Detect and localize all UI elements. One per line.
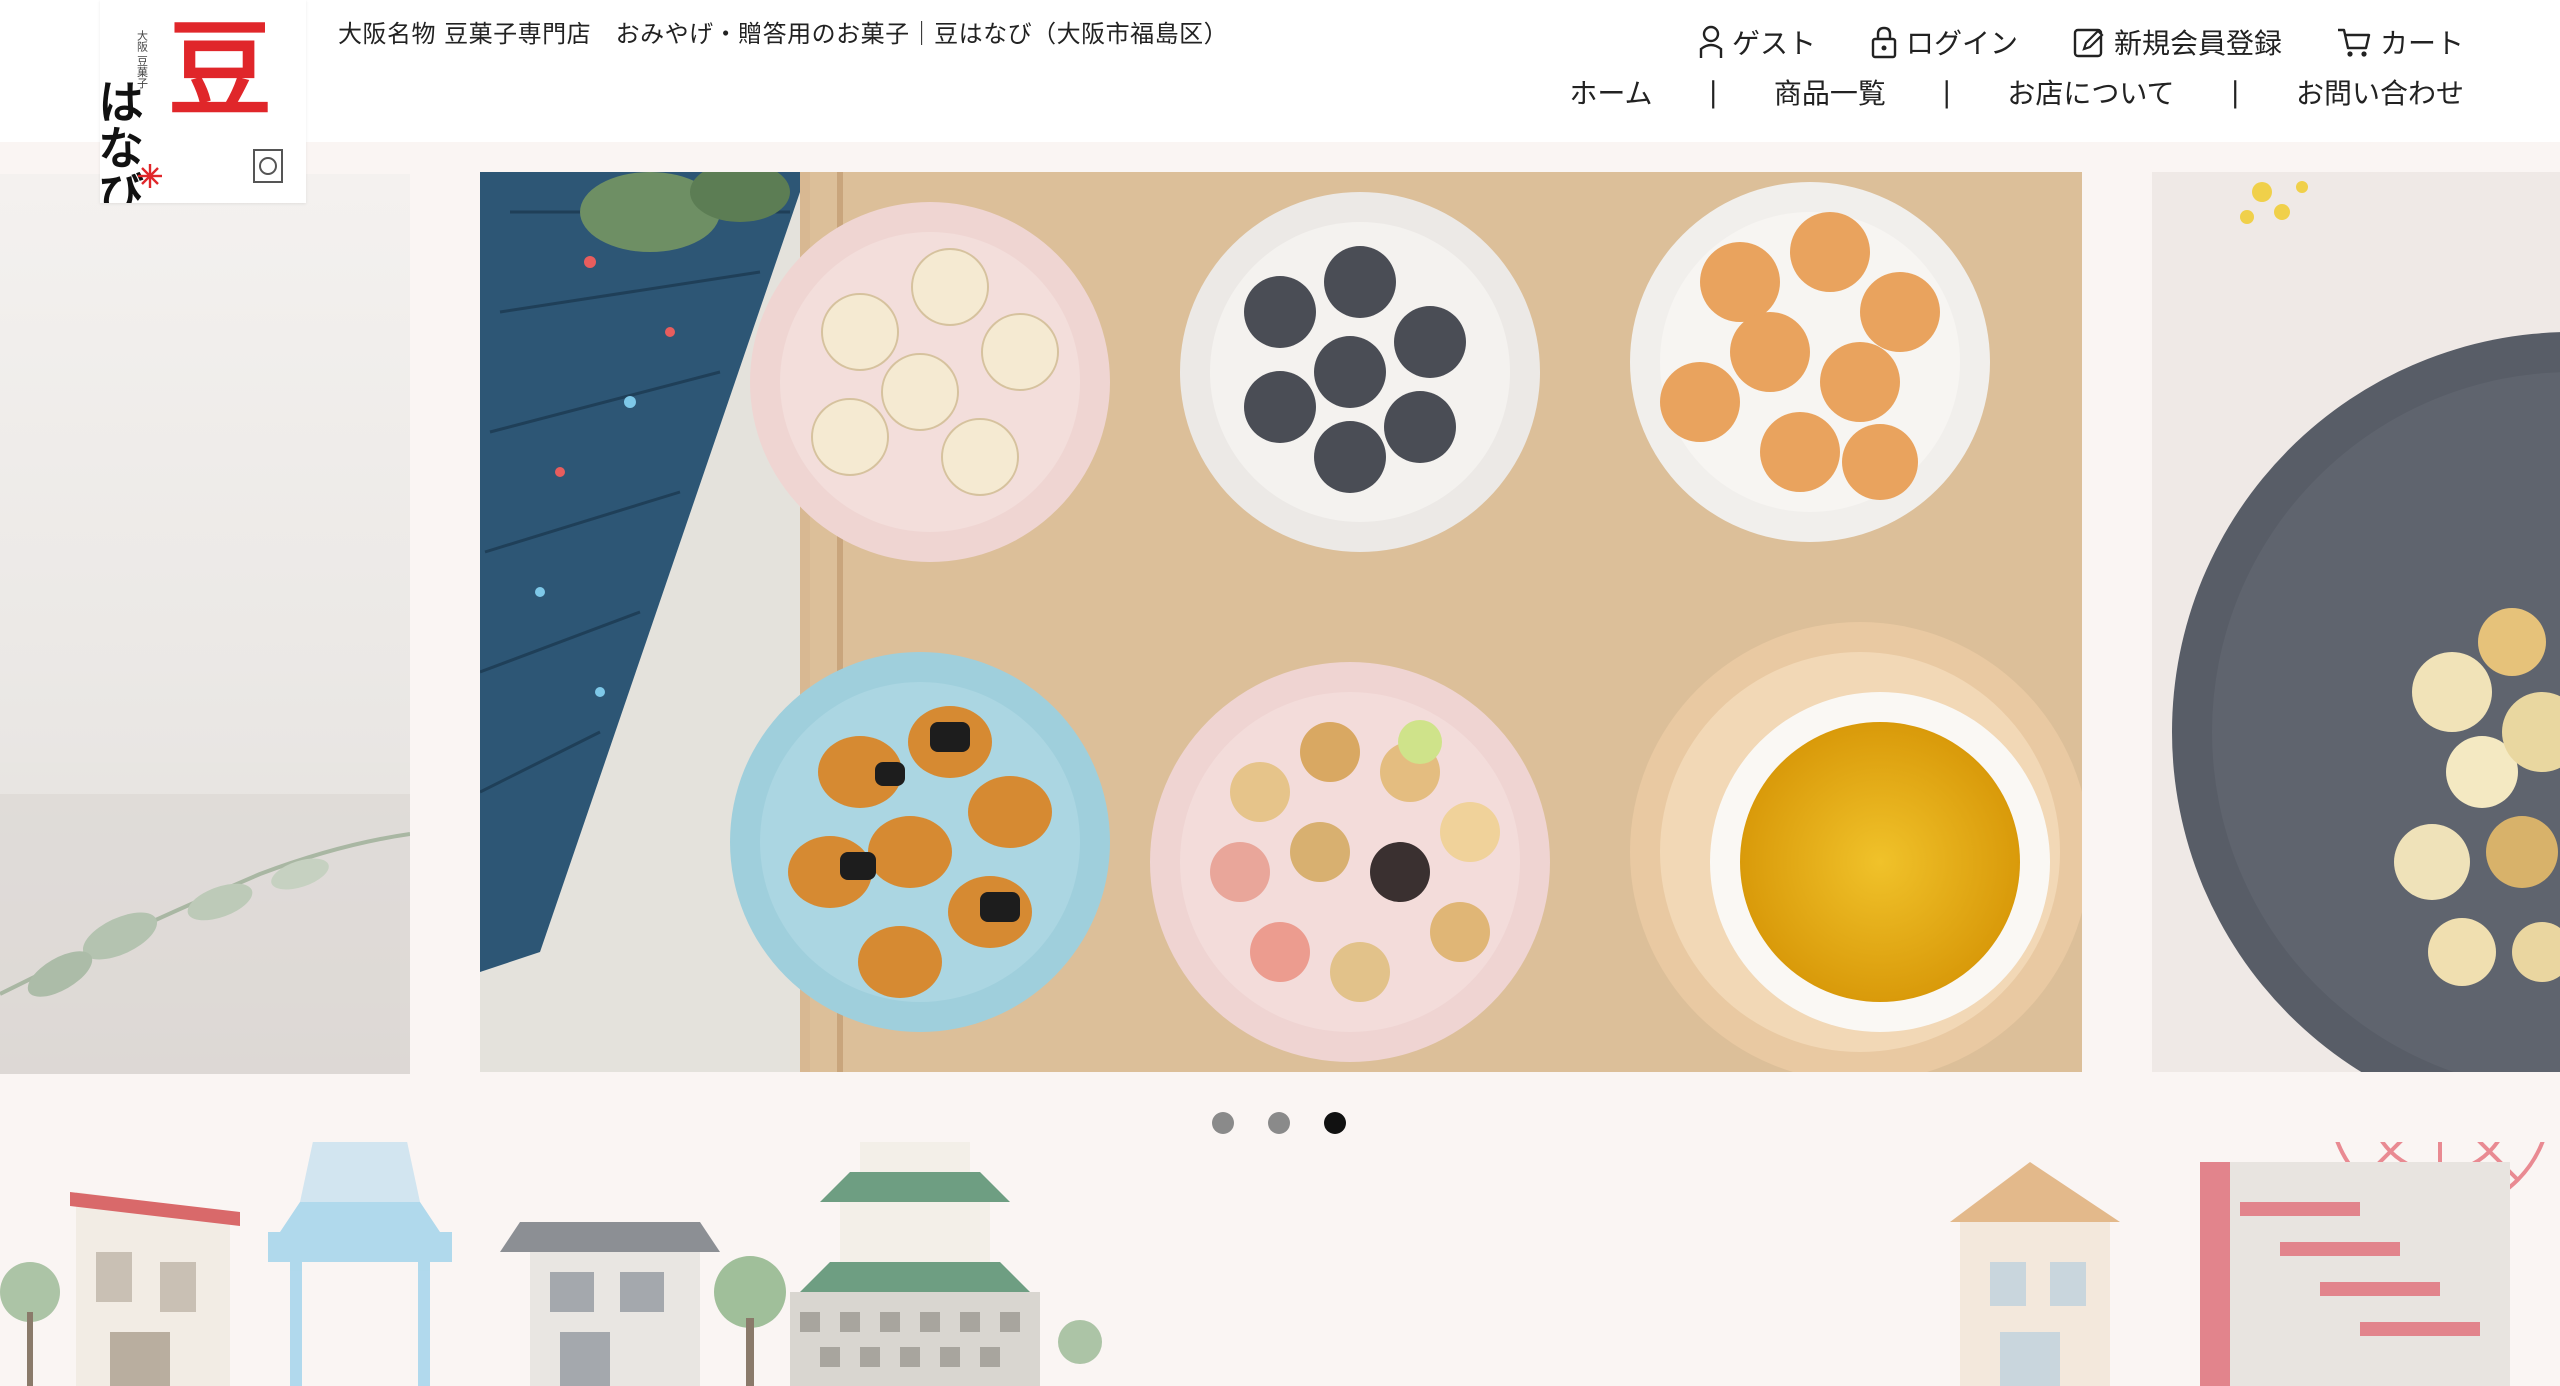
logo-sub-text: はなび — [100, 78, 145, 203]
nav-products[interactable]: 商品一覧 — [1774, 72, 1886, 112]
slide-current[interactable] — [480, 172, 2082, 1072]
nav-home[interactable]: ホーム — [1569, 72, 1652, 112]
nav-separator: | — [1941, 75, 1952, 109]
lock-icon — [1870, 25, 1898, 59]
slider-dot-1[interactable] — [1212, 1112, 1234, 1134]
guest-label: ゲスト — [1731, 27, 1816, 60]
osaka-skyline-illustration — [0, 1142, 2545, 1386]
guest-link[interactable]: ゲスト — [1698, 22, 1816, 62]
bean-snacks-photo — [480, 172, 2082, 1072]
site-logo[interactable]: 大阪 豆菓子 豆 はなび — [91, 0, 306, 216]
cart-label: カート — [2379, 27, 2464, 60]
stamp-icon — [253, 149, 283, 183]
logo-main-char: 豆 — [168, 8, 272, 131]
site-header: 大阪名物 豆菓子専門店 おみやげ・贈答用のお菓子｜豆はなび（大阪市福島区） ゲス… — [0, 0, 2560, 142]
slider-dot-2[interactable] — [1268, 1112, 1290, 1134]
snack-plate-photo — [2152, 172, 2560, 1072]
login-label: ログイン — [1905, 27, 2018, 60]
main-nav: ホーム | 商品一覧 | お店について | お問い合わせ — [1569, 72, 2464, 112]
nav-about[interactable]: お店について — [2007, 72, 2174, 112]
slide-previous[interactable] — [0, 174, 410, 1074]
person-icon — [1698, 25, 1724, 59]
register-label: 新規会員登録 — [2113, 27, 2282, 60]
plant-sprig-image — [0, 794, 410, 1074]
nav-contact[interactable]: お問い合わせ — [2296, 72, 2464, 112]
hero-slider[interactable] — [0, 142, 2560, 1386]
slider-dots — [1212, 1112, 1346, 1134]
site-tagline: 大阪名物 豆菓子専門店 おみやげ・贈答用のお菓子｜豆はなび（大阪市福島区） — [338, 20, 1229, 48]
nav-separator: | — [2230, 75, 2240, 109]
register-icon — [2072, 25, 2106, 59]
slide-next[interactable] — [2152, 172, 2560, 1072]
slider-dot-3[interactable] — [1324, 1112, 1346, 1134]
user-menu: ゲスト ログイン 新規会員登録 カート — [1698, 22, 2464, 62]
register-link[interactable]: 新規会員登録 — [2072, 22, 2282, 62]
cart-icon — [2336, 25, 2372, 59]
cart-link[interactable]: カート — [2336, 22, 2464, 62]
nav-separator: | — [1708, 75, 1718, 109]
login-link[interactable]: ログイン — [1870, 22, 2018, 62]
